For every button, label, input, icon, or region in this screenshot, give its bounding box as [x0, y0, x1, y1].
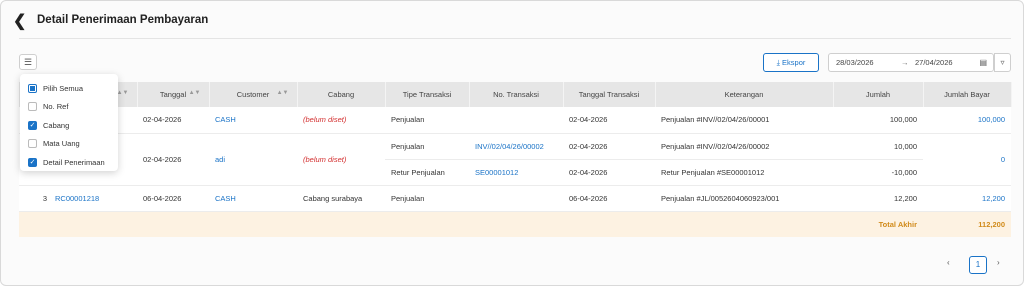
- col-header: Jumlah Bayar: [923, 82, 1012, 107]
- type-cell: Penjualan: [385, 185, 469, 212]
- checkbox[interactable]: ✓: [28, 120, 37, 130]
- export-label: Ekspor: [782, 58, 806, 67]
- checkbox[interactable]: [28, 139, 37, 149]
- menu-option-select-all[interactable]: Pilih Semua: [20, 79, 118, 98]
- col-header[interactable]: Customer ▲▼: [209, 82, 298, 107]
- checkbox[interactable]: ✓: [28, 157, 37, 167]
- table-row: 3 RC00001218 06-04-2026 CASH Cabang surab…: [19, 185, 1011, 212]
- amount-cell: 10,000: [833, 133, 923, 160]
- type-cell: Retur Penjualan: [385, 159, 469, 186]
- total-row: Total Akhir 112,200: [19, 211, 1011, 237]
- menu-option-mata-uang[interactable]: Mata Uang: [20, 135, 118, 154]
- trx-date-cell: 02-04-2026: [563, 107, 655, 134]
- trx-link[interactable]: SE00001012: [469, 159, 563, 186]
- date-range-picker[interactable]: 28/03/2026 → 27/04/2026 ▤: [828, 53, 994, 72]
- paid-link[interactable]: 0: [923, 133, 1011, 186]
- download-icon: ⤓: [776, 58, 780, 67]
- row-date: 06-04-2026: [137, 185, 209, 212]
- checkbox[interactable]: [28, 102, 37, 112]
- trx-link[interactable]: [469, 107, 563, 134]
- title-divider: [19, 38, 1011, 39]
- sort-icon[interactable]: ▲▼: [117, 90, 129, 96]
- menu-option-no-ref[interactable]: No. Ref: [20, 98, 118, 117]
- sort-icon[interactable]: ▲▼: [189, 90, 201, 96]
- trx-link[interactable]: INV//02/04/26/00002: [469, 133, 563, 160]
- menu-option-detail-penerimaan[interactable]: ✓ Detail Penerimaan: [20, 153, 118, 172]
- desc-cell: Penjualan #JL/0052604060923/001: [655, 185, 833, 212]
- export-button[interactable]: ⤓ Ekspor: [763, 53, 819, 72]
- menu-option-cabang[interactable]: ✓ Cabang: [20, 116, 118, 135]
- row-no-ref: 3 RC00001218: [19, 185, 137, 212]
- table-header-row: an▲▼ Tanggal▲▼ Customer▲▼ Cabang Tipe Tr…: [19, 82, 1012, 107]
- back-button[interactable]: ❮: [13, 13, 31, 31]
- trx-link[interactable]: [469, 185, 563, 212]
- col-header: Tanggal Transaksi: [563, 82, 656, 107]
- branch-cell: (belum diset): [297, 133, 385, 186]
- customer-link[interactable]: adi: [209, 133, 297, 186]
- page-button[interactable]: 1: [969, 256, 987, 274]
- pagination: ‹ 1 ›: [947, 256, 1017, 274]
- trx-date-cell: 06-04-2026: [563, 185, 655, 212]
- table-row: 02-04-2026 CASH (belum diset) Penjualan …: [19, 107, 1011, 134]
- customer-link[interactable]: CASH: [209, 107, 297, 134]
- row-date: 02-04-2026: [137, 107, 209, 134]
- amount-cell: -10,000: [833, 159, 923, 186]
- col-header: Jumlah: [833, 82, 924, 107]
- row-number: 3: [42, 193, 47, 203]
- amount-cell: 100,000: [833, 107, 923, 134]
- col-header: Tipe Transaksi: [385, 82, 470, 107]
- branch-cell: Cabang surabaya: [297, 185, 385, 212]
- branch-cell: (belum diset): [297, 107, 385, 134]
- customer-link[interactable]: CASH: [209, 185, 297, 212]
- amount-cell: 12,200: [833, 185, 923, 212]
- row-date: 02-04-2026: [137, 133, 209, 186]
- total-label: Total Akhir: [833, 211, 923, 237]
- col-header: Keterangan: [655, 82, 834, 107]
- type-cell: Penjualan: [385, 133, 469, 160]
- col-header[interactable]: Tanggal ▲▼: [137, 82, 210, 107]
- arrow-right-icon: →: [901, 58, 909, 67]
- desc-cell: Penjualan #INV//02/04/26/00002: [655, 133, 833, 160]
- col-header: No. Transaksi: [469, 82, 564, 107]
- page-frame: ❮ Detail Penerimaan Pembayaran ☰ ⤓ Ekspo…: [0, 0, 1024, 286]
- desc-cell: Penjualan #INV//02/04/26/00001: [655, 107, 833, 134]
- total-value: 112,200: [923, 211, 1011, 237]
- ref-link[interactable]: RC00001218: [55, 194, 99, 203]
- checkbox[interactable]: [28, 83, 37, 93]
- table-row: 02-04-2026 adi (belum diset) Penjualan I…: [19, 133, 1011, 186]
- filter-icon[interactable]: ▿: [994, 53, 1011, 72]
- column-visibility-menu: Pilih Semua No. Ref ✓ Cabang Mata Uang ✓ D…: [20, 74, 118, 171]
- paid-link[interactable]: 100,000: [923, 107, 1011, 134]
- type-cell: Penjualan: [385, 107, 469, 134]
- chevron-right-icon[interactable]: ›: [997, 258, 1000, 267]
- calendar-icon: ▤: [979, 58, 987, 67]
- paid-link[interactable]: 12,200: [923, 185, 1011, 212]
- trx-date-cell: 02-04-2026: [563, 133, 655, 160]
- sort-icon[interactable]: ▲▼: [277, 90, 289, 96]
- chevron-left-icon[interactable]: ‹: [947, 258, 950, 267]
- column-settings-icon[interactable]: ☰: [19, 54, 37, 70]
- date-end: 27/04/2026: [915, 58, 953, 67]
- date-start: 28/03/2026: [836, 58, 874, 67]
- trx-date-cell: 02-04-2026: [563, 159, 655, 186]
- desc-cell: Retur Penjualan #SE00001012: [655, 159, 833, 186]
- col-header: Cabang: [297, 82, 386, 107]
- payment-table: an▲▼ Tanggal▲▼ Customer▲▼ Cabang Tipe Tr…: [19, 82, 1012, 237]
- page-title: Detail Penerimaan Pembayaran: [37, 14, 209, 26]
